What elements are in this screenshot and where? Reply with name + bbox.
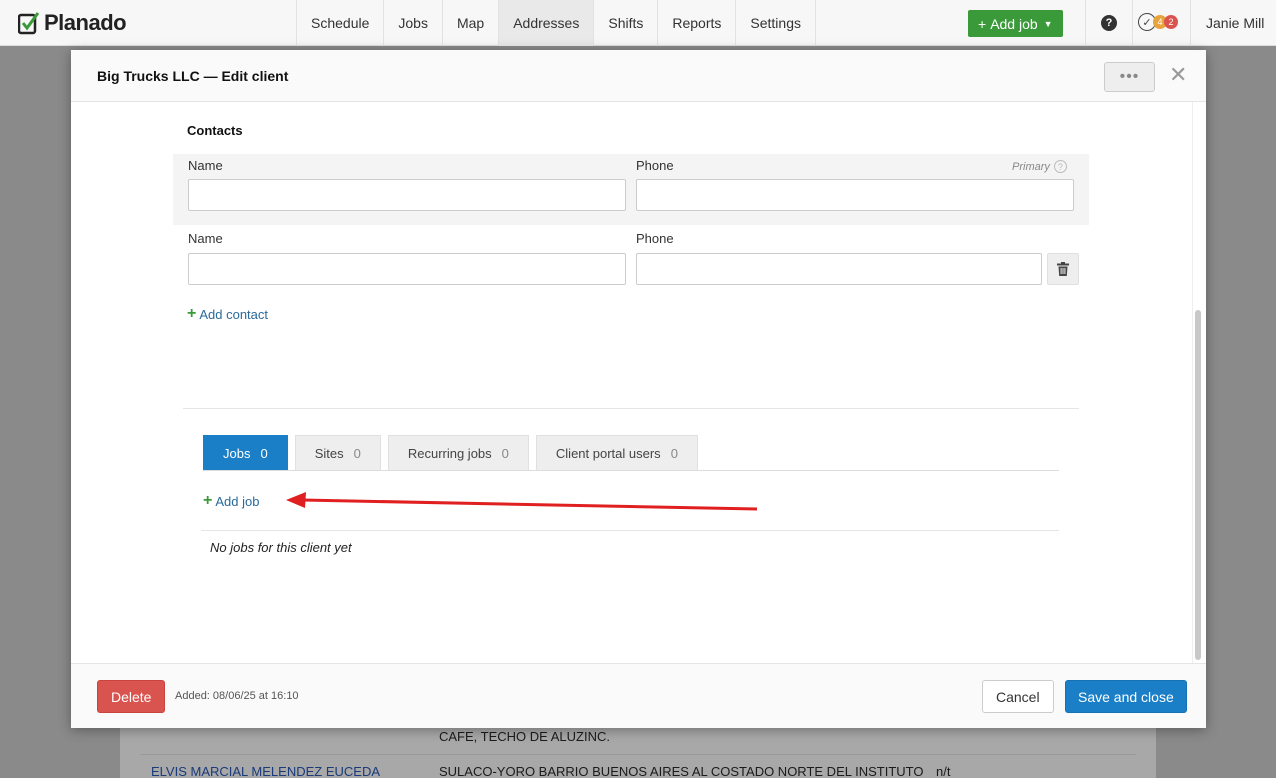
empty-jobs-message: No jobs for this client yet xyxy=(210,540,352,555)
contact-name-label: Name xyxy=(188,231,223,246)
user-menu[interactable]: Janie Mill xyxy=(1206,15,1264,31)
modal-title: Big Trucks LLC — Edit client xyxy=(97,68,289,84)
nav-settings[interactable]: Settings xyxy=(735,0,816,46)
tab-underline xyxy=(203,470,1059,471)
add-job-label: Add job xyxy=(990,15,1038,32)
bg-client-link[interactable]: ELVIS MARCIAL MELENDEZ EUCEDA xyxy=(151,764,380,778)
scroll-track xyxy=(1192,102,1193,663)
tab-label: Client portal users xyxy=(555,445,661,461)
added-timestamp: Added: 08/06/25 at 16:10 xyxy=(175,690,299,702)
contact-name-label: Name xyxy=(188,158,223,173)
tab-count: 0 xyxy=(353,445,361,461)
contact-name-field[interactable] xyxy=(188,253,626,285)
client-tabs: Jobs 0 Sites 0 Recurring jobs 0 Client p… xyxy=(203,435,705,471)
nav-separator xyxy=(1190,0,1191,46)
plus-icon: + xyxy=(203,492,213,509)
modal-header: Big Trucks LLC — Edit client ••• ✕ xyxy=(71,50,1206,102)
bg-row-divider xyxy=(140,754,1136,755)
close-icon[interactable]: ✕ xyxy=(1169,63,1187,87)
bg-row-address: CAFE, TECHO DE ALUZINC. xyxy=(439,729,610,744)
contact-name-field[interactable] xyxy=(188,179,626,211)
add-job-link-label: Add job xyxy=(215,493,260,509)
logo-check-icon xyxy=(18,12,40,35)
plus-icon: + xyxy=(187,305,197,322)
nav-reports[interactable]: Reports xyxy=(657,0,735,46)
modal-footer: Delete Added: 08/06/25 at 16:10 Cancel S… xyxy=(71,663,1206,728)
tab-label: Jobs xyxy=(223,445,251,461)
add-contact-label: Add contact xyxy=(199,306,268,322)
notifications[interactable]: ✓ 4 2 xyxy=(1138,13,1178,31)
primary-label: Primary ? xyxy=(1012,160,1067,173)
tab-count: 0 xyxy=(501,445,509,461)
nav-separator xyxy=(1085,0,1086,46)
delete-button[interactable]: Delete xyxy=(97,680,166,713)
jobs-divider xyxy=(201,530,1059,531)
tab-count: 0 xyxy=(260,445,268,461)
tab-client-portal-users[interactable]: Client portal users 0 xyxy=(535,435,698,471)
contact-phone-label: Phone xyxy=(636,158,674,173)
contact-phone-label: Phone xyxy=(636,231,674,246)
tab-jobs[interactable]: Jobs 0 xyxy=(203,435,288,471)
caret-down-icon: ▼ xyxy=(1043,18,1053,29)
tab-recurring-jobs[interactable]: Recurring jobs 0 xyxy=(387,435,529,471)
section-divider xyxy=(183,408,1079,409)
bg-row-extra: n/t xyxy=(936,764,951,778)
nav-shifts[interactable]: Shifts xyxy=(593,0,657,46)
add-job-link[interactable]: + Add job xyxy=(203,492,259,510)
tab-sites[interactable]: Sites 0 xyxy=(294,435,381,471)
tab-label: Recurring jobs xyxy=(407,445,492,461)
contacts-section-title: Contacts xyxy=(187,123,243,138)
main-nav: Schedule Jobs Map Addresses Shifts Repor… xyxy=(296,0,816,46)
edit-client-modal: Big Trucks LLC — Edit client ••• ✕ Conta… xyxy=(71,50,1206,728)
primary-text: Primary xyxy=(1012,160,1050,173)
top-navbar: Planado Schedule Jobs Map Addresses Shif… xyxy=(0,0,1276,46)
nav-separator xyxy=(1132,0,1133,46)
save-and-close-button[interactable]: Save and close xyxy=(1065,680,1187,713)
cancel-button[interactable]: Cancel xyxy=(982,680,1054,713)
tab-label: Sites xyxy=(314,445,344,461)
plus-icon: + xyxy=(978,15,987,32)
help-icon[interactable]: ? xyxy=(1101,15,1117,31)
nav-schedule[interactable]: Schedule xyxy=(296,0,383,46)
nav-map[interactable]: Map xyxy=(441,0,498,46)
tab-count: 0 xyxy=(670,445,678,461)
nav-addresses[interactable]: Addresses xyxy=(498,0,594,46)
nav-jobs[interactable]: Jobs xyxy=(383,0,442,46)
contact-phone-field[interactable] xyxy=(636,253,1042,285)
contact-phone-field[interactable] xyxy=(636,179,1074,211)
more-options-button[interactable]: ••• xyxy=(1104,62,1155,92)
trash-icon xyxy=(1057,262,1069,276)
annotation-arrow-icon xyxy=(286,492,758,511)
logo-text: Planado xyxy=(44,10,127,35)
logo[interactable]: Planado xyxy=(18,9,127,37)
notif-badge-red: 2 xyxy=(1164,15,1178,29)
add-job-button[interactable]: + Add job ▼ xyxy=(968,10,1063,37)
add-contact-link[interactable]: + Add contact xyxy=(187,305,268,323)
bg-row-address: SULACO-YORO BARRIO BUENOS AIRES AL COSTA… xyxy=(439,764,924,778)
scrollbar[interactable] xyxy=(1195,310,1201,660)
question-icon[interactable]: ? xyxy=(1053,160,1067,173)
delete-contact-button[interactable] xyxy=(1047,253,1079,285)
